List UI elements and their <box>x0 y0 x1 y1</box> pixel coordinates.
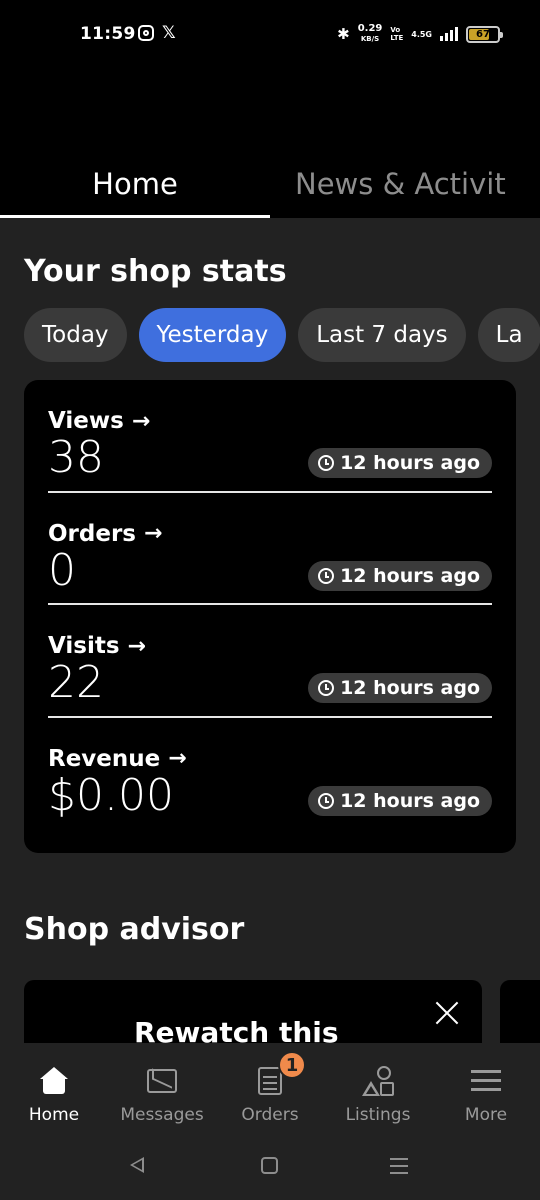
close-icon[interactable] <box>434 1000 460 1026</box>
clock-icon <box>318 680 335 696</box>
tab-home-label: Home <box>92 167 178 201</box>
stat-orders-label-row: Orders → <box>48 521 162 547</box>
stat-revenue-updated-text: 12 hours ago <box>340 789 480 812</box>
shop-stats-title: Your shop stats <box>24 254 287 289</box>
orders-badge: 1 <box>278 1051 306 1079</box>
stat-orders-updated-text: 12 hours ago <box>340 564 480 587</box>
stat-views-value: 38 <box>48 432 104 483</box>
status-notification-icons: 𝕏 <box>138 23 176 43</box>
tab-news-activity[interactable]: News & Activit <box>270 150 540 218</box>
volte-bottom: LTE <box>390 34 404 42</box>
nav-home[interactable]: Home <box>0 1043 108 1143</box>
stat-orders[interactable]: Orders → 0 12 hours ago <box>48 493 492 605</box>
stat-views-label-row: Views → <box>48 408 150 434</box>
advisor-card[interactable]: Rewatch this <box>24 980 482 1043</box>
home-square-icon[interactable] <box>261 1157 278 1174</box>
shop-advisor-title: Shop advisor <box>24 912 245 947</box>
home-icon <box>34 1065 74 1097</box>
battery-icon: 67 <box>466 25 503 43</box>
network-speed-value: 0.29 <box>357 23 383 34</box>
nav-messages[interactable]: Messages <box>108 1043 216 1143</box>
network-type: 4.5G <box>411 29 432 39</box>
recents-icon[interactable] <box>390 1158 408 1174</box>
main-content[interactable]: Your shop stats Today Yesterday Last 7 d… <box>0 218 540 1043</box>
menu-icon <box>466 1065 506 1097</box>
filter-more-label: La <box>495 322 523 348</box>
nav-more[interactable]: More <box>432 1043 540 1143</box>
nav-orders-label: Orders <box>241 1105 299 1125</box>
stat-orders-value: 0 <box>48 544 76 596</box>
stat-views-updated-text: 12 hours ago <box>340 452 480 474</box>
stat-revenue-label: Revenue <box>48 745 161 772</box>
stat-visits-value: 22 <box>48 657 104 708</box>
bluetooth-icon: ✱ <box>337 25 350 43</box>
nav-messages-label: Messages <box>120 1105 204 1125</box>
stat-visits-label-row: Visits → <box>48 633 146 659</box>
x-icon: 𝕏 <box>162 23 176 43</box>
back-icon[interactable] <box>130 1157 144 1173</box>
arrow-right-icon: → <box>144 521 163 546</box>
stat-visits[interactable]: Visits → 22 12 hours ago <box>48 605 492 718</box>
filter-yesterday-label: Yesterday <box>156 322 269 348</box>
shop-stats-card: Views → 38 12 hours ago Orders → 0 12 ho… <box>24 380 516 853</box>
nav-orders[interactable]: 1 Orders <box>216 1043 324 1143</box>
nav-listings-label: Listings <box>345 1105 411 1125</box>
stat-orders-label: Orders <box>48 520 136 547</box>
network-speed-unit: KB/S <box>360 35 380 43</box>
tab-home[interactable]: Home <box>0 150 270 218</box>
advisor-card-title: Rewatch this <box>134 1016 339 1043</box>
stat-orders-updated: 12 hours ago <box>308 560 492 591</box>
stat-views[interactable]: Views → 38 12 hours ago <box>48 380 492 493</box>
nav-listings[interactable]: Listings <box>324 1043 432 1143</box>
status-time: 11:59 <box>80 24 136 44</box>
filter-last-7-days-chip[interactable]: Last 7 days <box>298 308 466 362</box>
listings-icon <box>358 1065 398 1097</box>
filter-more-chip[interactable]: La <box>477 308 540 362</box>
filter-today-label: Today <box>42 322 109 348</box>
messages-icon <box>142 1065 182 1097</box>
bottom-navigation: Home Messages 1 Orders Listings More <box>0 1043 540 1143</box>
stat-revenue-updated: 12 hours ago <box>308 785 492 816</box>
top-tabs: Home News & Activit <box>0 150 540 218</box>
battery-level: 67 <box>476 28 490 40</box>
arrow-right-icon: → <box>131 408 151 434</box>
status-system-icons: ✱ 0.29 KB/S Vo LTE 4.5G 67 <box>337 24 503 44</box>
stat-visits-label: Visits <box>48 633 120 659</box>
stat-visits-updated: 12 hours ago <box>308 673 492 703</box>
date-filter-chips: Today Yesterday Last 7 days La <box>24 308 540 362</box>
clock-icon <box>318 567 335 584</box>
nav-more-label: More <box>464 1105 508 1125</box>
nav-home-label: Home <box>28 1105 80 1125</box>
stat-revenue-value: $0.00 <box>48 769 174 821</box>
stat-views-updated: 12 hours ago <box>308 448 492 478</box>
clock-icon <box>318 455 335 471</box>
arrow-right-icon: → <box>168 746 187 771</box>
stat-revenue[interactable]: Revenue → $0.00 12 hours ago <box>48 718 492 831</box>
filter-yesterday-chip[interactable]: Yesterday <box>138 308 287 362</box>
filter-last-7-days-label: Last 7 days <box>316 322 448 348</box>
stat-views-label: Views <box>48 408 124 434</box>
stat-revenue-label-row: Revenue → <box>48 746 187 772</box>
arrow-right-icon: → <box>127 633 146 659</box>
filter-today-chip[interactable]: Today <box>24 308 127 362</box>
clock-icon <box>318 792 335 809</box>
volte-indicator: Vo LTE <box>390 26 403 42</box>
instagram-icon <box>138 25 154 41</box>
advisor-card-next[interactable] <box>500 980 540 1043</box>
stat-visits-updated-text: 12 hours ago <box>340 677 480 699</box>
status-bar: 11:59 𝕏 ✱ 0.29 KB/S Vo LTE 4.5G 67 <box>0 0 540 72</box>
tab-news-activity-label: News & Activit <box>295 167 506 201</box>
signal-icon <box>440 27 458 41</box>
network-speed: 0.29 KB/S <box>358 24 383 44</box>
volte-top: Vo <box>390 26 401 34</box>
system-navigation-bar <box>0 1143 540 1200</box>
